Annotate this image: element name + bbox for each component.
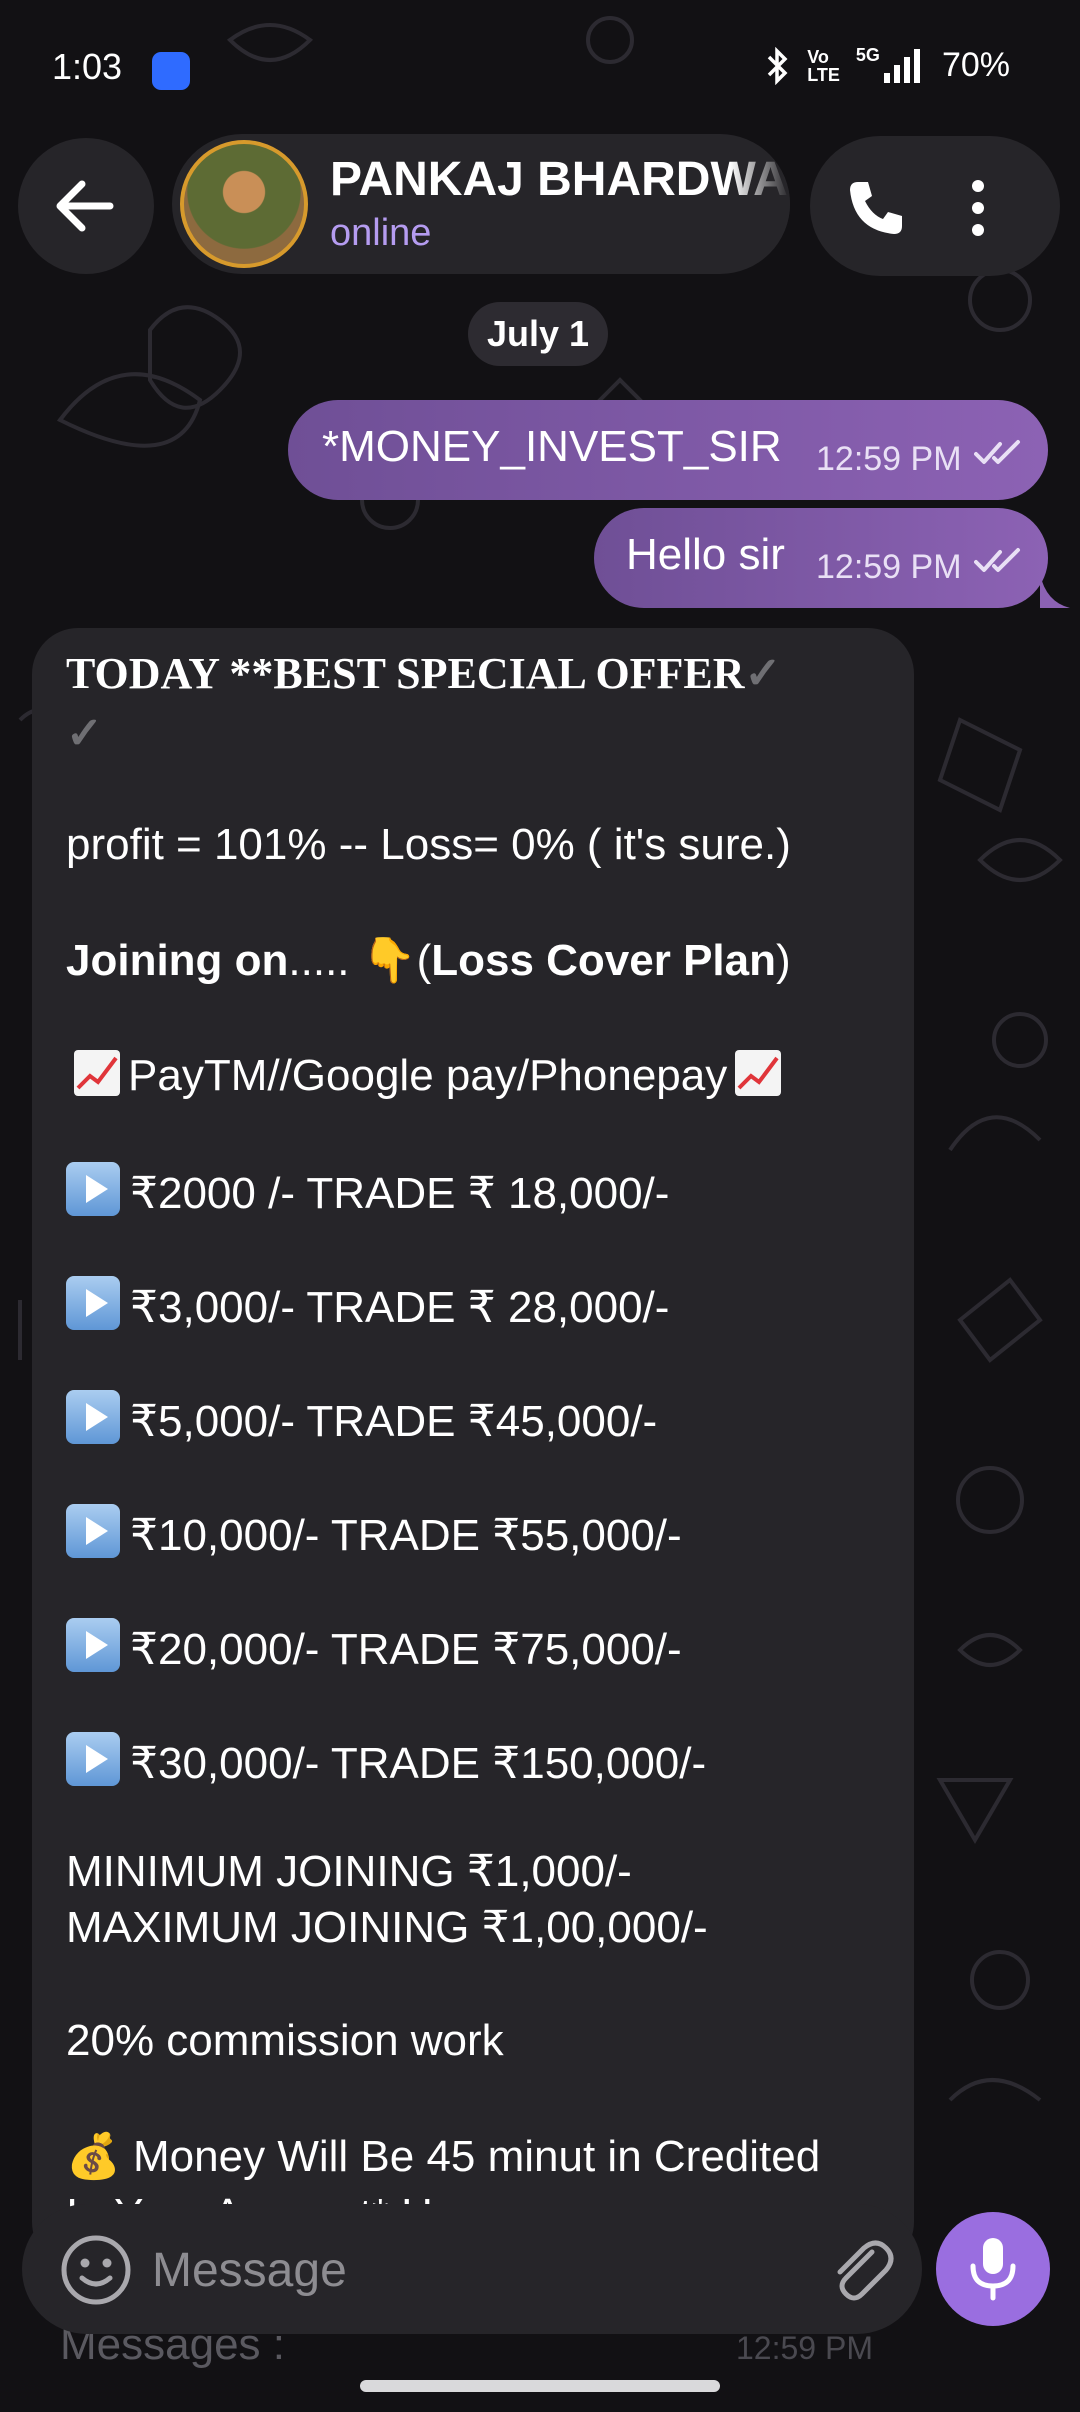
microphone-icon bbox=[970, 2238, 1016, 2301]
trade-line: ₹3,000/- TRADE ₹ 28,000/- bbox=[66, 1276, 669, 1333]
message-time: 12:59 PM bbox=[816, 440, 962, 478]
play-button-icon bbox=[66, 1276, 120, 1330]
status-bar: 1:03 Vo LTE 5G 70% bbox=[0, 0, 1080, 140]
max-joining: MAXIMUM JOINING ₹1,00,000/- bbox=[66, 1903, 708, 1952]
bluetooth-icon bbox=[768, 46, 788, 85]
joining-dots: ..... bbox=[288, 936, 362, 985]
message-time: 12:59 PM bbox=[816, 548, 962, 586]
trade-text: ₹10,000/- TRADE ₹55,000/- bbox=[130, 1511, 682, 1560]
payment-methods: PayTM//Google pay/Phonepay bbox=[128, 1051, 728, 1100]
arrow-left-icon bbox=[56, 180, 114, 232]
header-actions bbox=[810, 136, 1060, 276]
profit-line: profit = 101% -- Loss= 0% ( it's sure.) bbox=[66, 820, 791, 869]
play-button-icon bbox=[66, 1390, 120, 1444]
trade-line: ₹5,000/- TRADE ₹45,000/- bbox=[66, 1390, 657, 1447]
app-notification-icon bbox=[152, 52, 190, 90]
message-input[interactable] bbox=[150, 2234, 794, 2306]
trade-line: ₹10,000/- TRADE ₹55,000/- bbox=[66, 1504, 682, 1561]
paren-open: ( bbox=[416, 936, 432, 985]
bubble-tail bbox=[1040, 574, 1070, 608]
paperclip-icon[interactable] bbox=[822, 2232, 898, 2308]
min-joining: MINIMUM JOINING ₹1,000/- bbox=[66, 1847, 632, 1896]
play-button-icon bbox=[66, 1162, 120, 1216]
paren-close: ) bbox=[776, 936, 791, 985]
signal-icon bbox=[883, 48, 920, 83]
trade-line: ₹30,000/- TRADE ₹150,000/- bbox=[66, 1732, 706, 1789]
commission-line: 20% commission work bbox=[66, 2016, 504, 2065]
trade-line: ₹2000 /- TRADE ₹ 18,000/- bbox=[66, 1162, 669, 1219]
offer-title-check: ✓ bbox=[66, 708, 103, 759]
date-separator: July 1 bbox=[468, 302, 608, 366]
incoming-message[interactable]: TODAY **BEST SPECIAL OFFER✓ ✓ profit = 1… bbox=[32, 628, 914, 2268]
contact-status: online bbox=[330, 212, 432, 254]
phone-icon[interactable] bbox=[844, 176, 908, 240]
message-text: *MONEY_INVEST_SIR bbox=[322, 422, 782, 471]
smiley-icon[interactable] bbox=[58, 2232, 134, 2308]
plan-name: Loss Cover Plan bbox=[431, 936, 776, 985]
name-fade bbox=[730, 134, 790, 274]
outgoing-message[interactable]: Hello sir 12:59 PM bbox=[594, 508, 1048, 608]
volte-label-top: Vo bbox=[807, 46, 829, 67]
chart-increasing-icon bbox=[74, 1050, 120, 1096]
money-line: 💰 Money Will Be 45 minut in Credited bbox=[66, 2130, 820, 2182]
payment-line: PayTM//Google pay/Phonepay bbox=[66, 1048, 789, 1101]
message-text: Hello sir bbox=[626, 530, 785, 579]
trade-text: ₹20,000/- TRADE ₹75,000/- bbox=[130, 1625, 682, 1674]
pointing-down-icon: 👇 bbox=[361, 936, 417, 985]
double-check-icon bbox=[974, 440, 1020, 464]
play-button-icon bbox=[66, 1732, 120, 1786]
double-check-icon bbox=[974, 548, 1020, 572]
home-indicator[interactable] bbox=[360, 2380, 720, 2392]
money-bag-icon: 💰 bbox=[66, 2132, 121, 2181]
contact-name: PANKAJ BHARDWAJ bbox=[330, 153, 790, 206]
network-type: 5G bbox=[855, 45, 880, 65]
residual-message-time: 12:59 PM bbox=[736, 2330, 873, 2366]
offer-title: TODAY **BEST SPECIAL OFFER✓ bbox=[66, 648, 781, 699]
play-button-icon bbox=[66, 1504, 120, 1558]
back-button[interactable] bbox=[18, 138, 154, 274]
trade-text: ₹2000 /- TRADE ₹ 18,000/- bbox=[130, 1169, 670, 1218]
trade-line: ₹20,000/- TRADE ₹75,000/- bbox=[66, 1618, 682, 1675]
record-voice-button[interactable] bbox=[936, 2212, 1050, 2326]
check-mark: ✓ bbox=[66, 709, 103, 758]
joining-label: Joining on bbox=[66, 936, 289, 985]
avatar[interactable] bbox=[180, 140, 308, 268]
play-button-icon bbox=[66, 1618, 120, 1672]
contact-header[interactable]: PANKAJ BHARDWAJ online bbox=[172, 134, 790, 274]
battery-level: 70% bbox=[941, 46, 1010, 84]
volte-label-bottom: LTE bbox=[807, 64, 840, 85]
joining-line: Joining on..... 👇(Loss Cover Plan) bbox=[66, 934, 791, 986]
check-mark: ✓ bbox=[744, 649, 782, 698]
chart-increasing-icon bbox=[735, 1050, 782, 1096]
volte-icon: Vo LTE bbox=[807, 48, 840, 84]
offer-title-text: TODAY **BEST SPECIAL OFFER bbox=[66, 649, 745, 698]
more-vertical-icon[interactable] bbox=[966, 176, 990, 240]
money-text: Money Will Be 45 minut in Credited bbox=[133, 2132, 821, 2181]
status-time: 1:03 bbox=[52, 46, 123, 87]
trade-text: ₹30,000/- TRADE ₹150,000/- bbox=[130, 1739, 707, 1788]
status-icons: Vo LTE 5G 70% bbox=[765, 45, 1010, 85]
trade-text: ₹3,000/- TRADE ₹ 28,000/- bbox=[130, 1283, 670, 1332]
trade-text: ₹5,000/- TRADE ₹45,000/- bbox=[130, 1397, 658, 1446]
outgoing-message[interactable]: *MONEY_INVEST_SIR 12:59 PM bbox=[288, 400, 1048, 500]
